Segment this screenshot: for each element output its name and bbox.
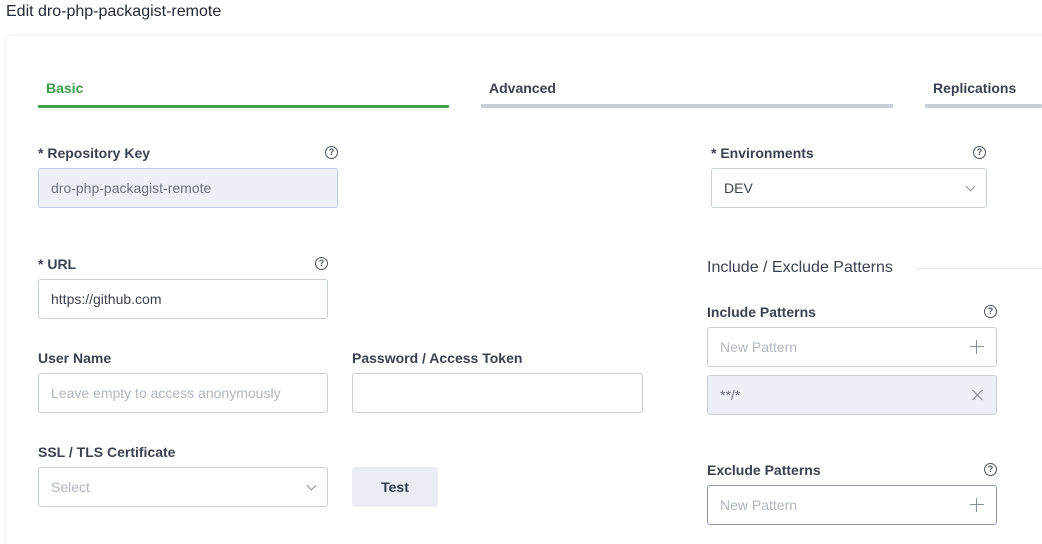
page-title: Edit dro-php-packagist-remote	[6, 3, 222, 20]
url-input[interactable]: https://github.com	[38, 279, 328, 319]
user-name-label: User Name	[38, 350, 112, 366]
password-label: Password / Access Token	[352, 350, 523, 366]
tab-basic-indicator	[38, 105, 449, 108]
help-circle-icon[interactable]: ?	[984, 305, 997, 318]
tab-replications-indicator	[925, 104, 1042, 108]
repository-key-field: dro-php-packagist-remote	[38, 168, 338, 208]
patterns-section-title: Include / Exclude Patterns	[707, 259, 893, 276]
environments-value: DEV	[724, 180, 753, 196]
include-pattern-item: **/*	[707, 375, 997, 415]
include-pattern-input[interactable]: New Pattern	[707, 327, 997, 367]
ssl-certificate-placeholder: Select	[51, 479, 90, 495]
ssl-certificate-label: SSL / TLS Certificate	[38, 444, 176, 460]
help-circle-icon[interactable]: ?	[973, 146, 986, 159]
chevron-down-icon	[306, 480, 317, 491]
include-pattern-placeholder: New Pattern	[720, 339, 798, 355]
password-input[interactable]	[352, 373, 643, 413]
environments-label: * Environments	[711, 145, 814, 161]
exclude-pattern-placeholder: New Pattern	[720, 497, 798, 513]
ssl-certificate-select[interactable]: Select	[38, 467, 328, 507]
test-button[interactable]: Test	[352, 467, 438, 507]
help-circle-icon[interactable]: ?	[315, 257, 328, 270]
exclude-pattern-input[interactable]: New Pattern	[707, 485, 997, 525]
include-patterns-label: Include Patterns	[707, 304, 816, 320]
repository-key-value: dro-php-packagist-remote	[51, 180, 212, 196]
tab-basic[interactable]: Basic	[46, 80, 83, 96]
help-circle-icon[interactable]: ?	[325, 146, 338, 159]
tab-advanced-indicator	[481, 104, 893, 108]
help-circle-icon[interactable]: ?	[984, 463, 997, 476]
repository-key-label: * Repository Key	[38, 145, 151, 161]
user-name-input[interactable]: Leave empty to access anonymously	[38, 373, 328, 413]
tab-advanced[interactable]: Advanced	[489, 80, 556, 96]
plus-icon[interactable]	[970, 498, 984, 512]
environments-select[interactable]: DEV	[711, 168, 987, 208]
plus-icon[interactable]	[970, 340, 984, 354]
user-name-placeholder: Leave empty to access anonymously	[51, 385, 281, 401]
exclude-patterns-label: Exclude Patterns	[707, 462, 821, 478]
tab-replications[interactable]: Replications	[933, 80, 1016, 96]
url-label: * URL	[38, 256, 77, 272]
close-icon[interactable]	[972, 389, 984, 401]
url-value: https://github.com	[51, 291, 162, 307]
chevron-down-icon	[965, 181, 976, 192]
include-pattern-value: **/*	[720, 387, 741, 403]
section-divider	[916, 268, 1042, 269]
